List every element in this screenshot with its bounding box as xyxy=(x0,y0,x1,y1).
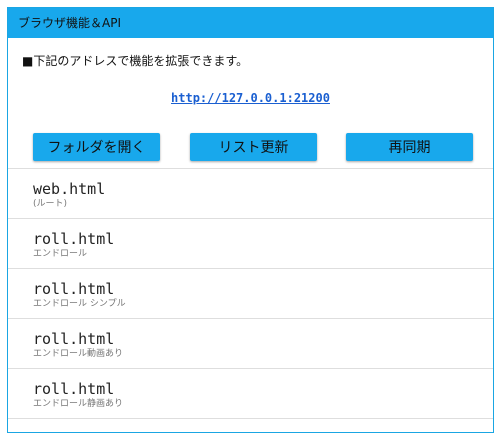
list-item[interactable]: roll.html エンドロール xyxy=(8,219,493,269)
file-name: roll.html xyxy=(33,380,115,398)
open-folder-button[interactable]: フォルダを開く xyxy=(33,133,160,161)
file-list: web.html (ルート) roll.html エンドロール roll.htm… xyxy=(8,168,493,419)
panel-title: ブラウザ機能＆API xyxy=(8,8,493,38)
file-description: エンドロール動画あり xyxy=(33,349,124,359)
resync-button[interactable]: 再同期 xyxy=(346,133,473,161)
browser-features-panel: ブラウザ機能＆API ■下記のアドレスで機能を拡張できます。 http://12… xyxy=(7,7,494,433)
url-row: http://127.0.0.1:21200 xyxy=(8,87,493,105)
list-item[interactable]: roll.html エンドロール静画あり xyxy=(8,369,493,419)
list-item[interactable]: roll.html エンドロール シンプル xyxy=(8,269,493,319)
file-name: roll.html xyxy=(33,330,115,348)
refresh-list-button[interactable]: リスト更新 xyxy=(190,133,317,161)
file-description: エンドロール シンプル xyxy=(33,299,126,309)
file-description: エンドロール xyxy=(33,249,88,259)
file-name: web.html xyxy=(33,180,106,198)
file-name: roll.html xyxy=(33,280,115,298)
file-description: エンドロール静画あり xyxy=(33,399,124,409)
description-text: ■下記のアドレスで機能を拡張できます。 xyxy=(22,54,249,68)
list-item[interactable]: roll.html エンドロール動画あり xyxy=(8,319,493,369)
action-buttons: フォルダを開く リスト更新 再同期 xyxy=(8,133,493,161)
server-url-link[interactable]: http://127.0.0.1:21200 xyxy=(171,91,330,105)
file-description: (ルート) xyxy=(33,199,68,209)
list-item[interactable]: web.html (ルート) xyxy=(8,169,493,219)
file-name: roll.html xyxy=(33,230,115,248)
